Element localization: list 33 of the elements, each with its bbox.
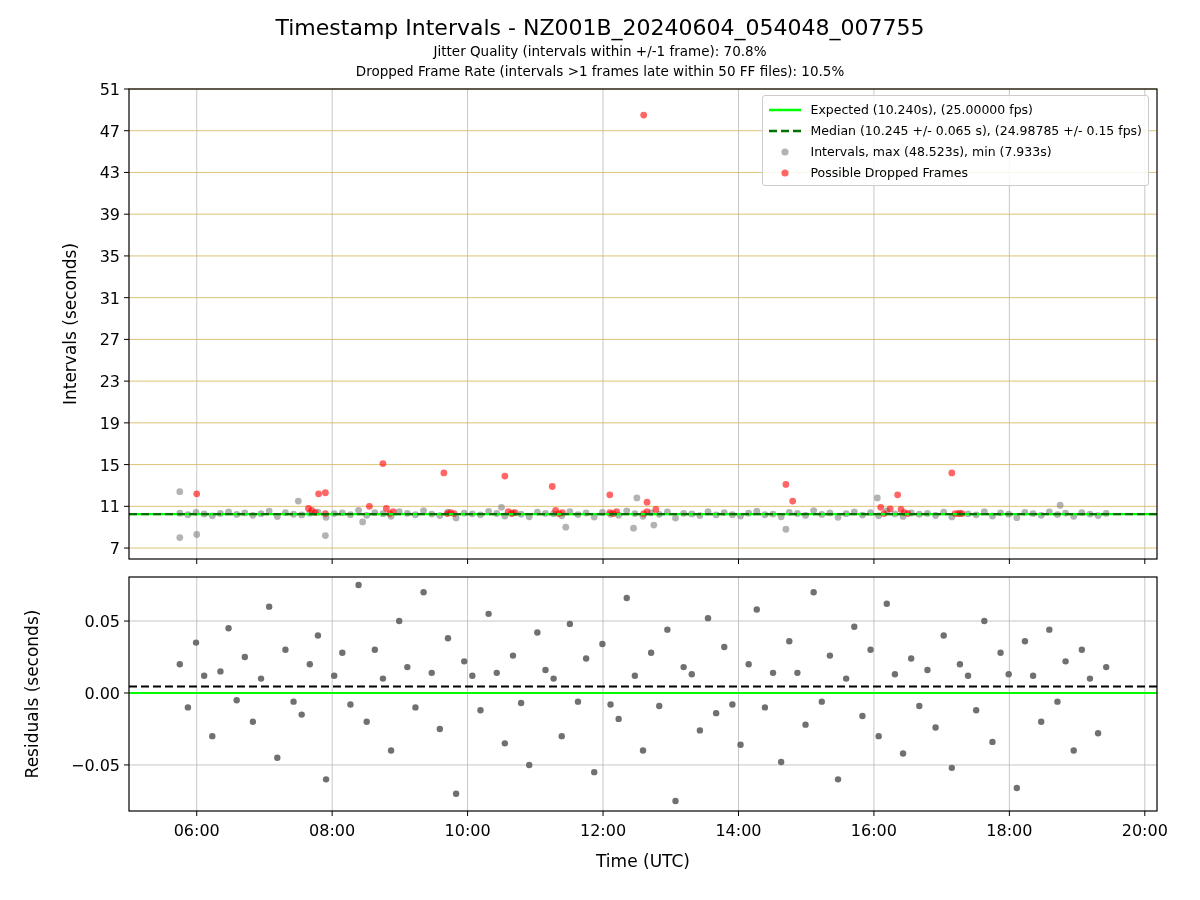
y-tick-label: 23 [99,372,120,392]
x-tick-label: 16:00 [850,821,897,840]
x-tick-label: 10:00 [444,821,491,840]
y-tick-label: 51 [99,80,120,99]
y-tick-label: 27 [99,330,120,350]
y-tick-label: 0.00 [84,684,120,703]
y-tick-label: 31 [99,288,120,308]
y-tick-label: 35 [99,246,120,266]
y-axis-label: Residuals (seconds) [22,609,42,779]
x-axis-label: Time (UTC) [596,851,690,871]
y-tick-label: 19 [99,413,120,433]
x-tick-label: 06:00 [173,821,220,840]
y-tick-label: 15 [99,455,120,475]
legend-label: Expected (10.240s), (25.00000 fps) [810,102,1033,117]
x-tick-label: 14:00 [715,821,762,840]
y-tick-label: −0.05 [70,755,120,775]
x-tick-label: 08:00 [309,821,356,840]
x-tick-label: 12:00 [580,821,627,840]
y-tick-label: 47 [99,121,120,141]
y-tick-label: 0.05 [84,612,120,632]
legend-label: Intervals, max (48.523s), min (7.933s) [810,144,1052,159]
chart-title: Timestamp Intervals - NZ001B_20240604_054048_007755 [275,15,925,41]
x-tick-label: 20:00 [1121,821,1168,840]
y-tick-label: 39 [99,205,120,225]
y-tick-label: 11 [99,497,120,517]
y-tick-label: 43 [99,163,120,183]
y-tick-label: 7 [109,539,120,559]
legend-label: Possible Dropped Frames [810,165,968,180]
chart-subtitle: Dropped Frame Rate (intervals >1 frames late within 50 FF files): 10.5% [355,62,845,81]
y-axis-label: Intervals (seconds) [60,242,80,406]
chart-subtitle: Jitter Quality (intervals within +/-1 frame): 70.8% [433,42,767,61]
x-tick-label: 18:00 [986,821,1033,840]
legend-label: Median (10.245 +/- 0.065 s), (24.98785 +/- 0.15 fps) [810,123,1142,138]
